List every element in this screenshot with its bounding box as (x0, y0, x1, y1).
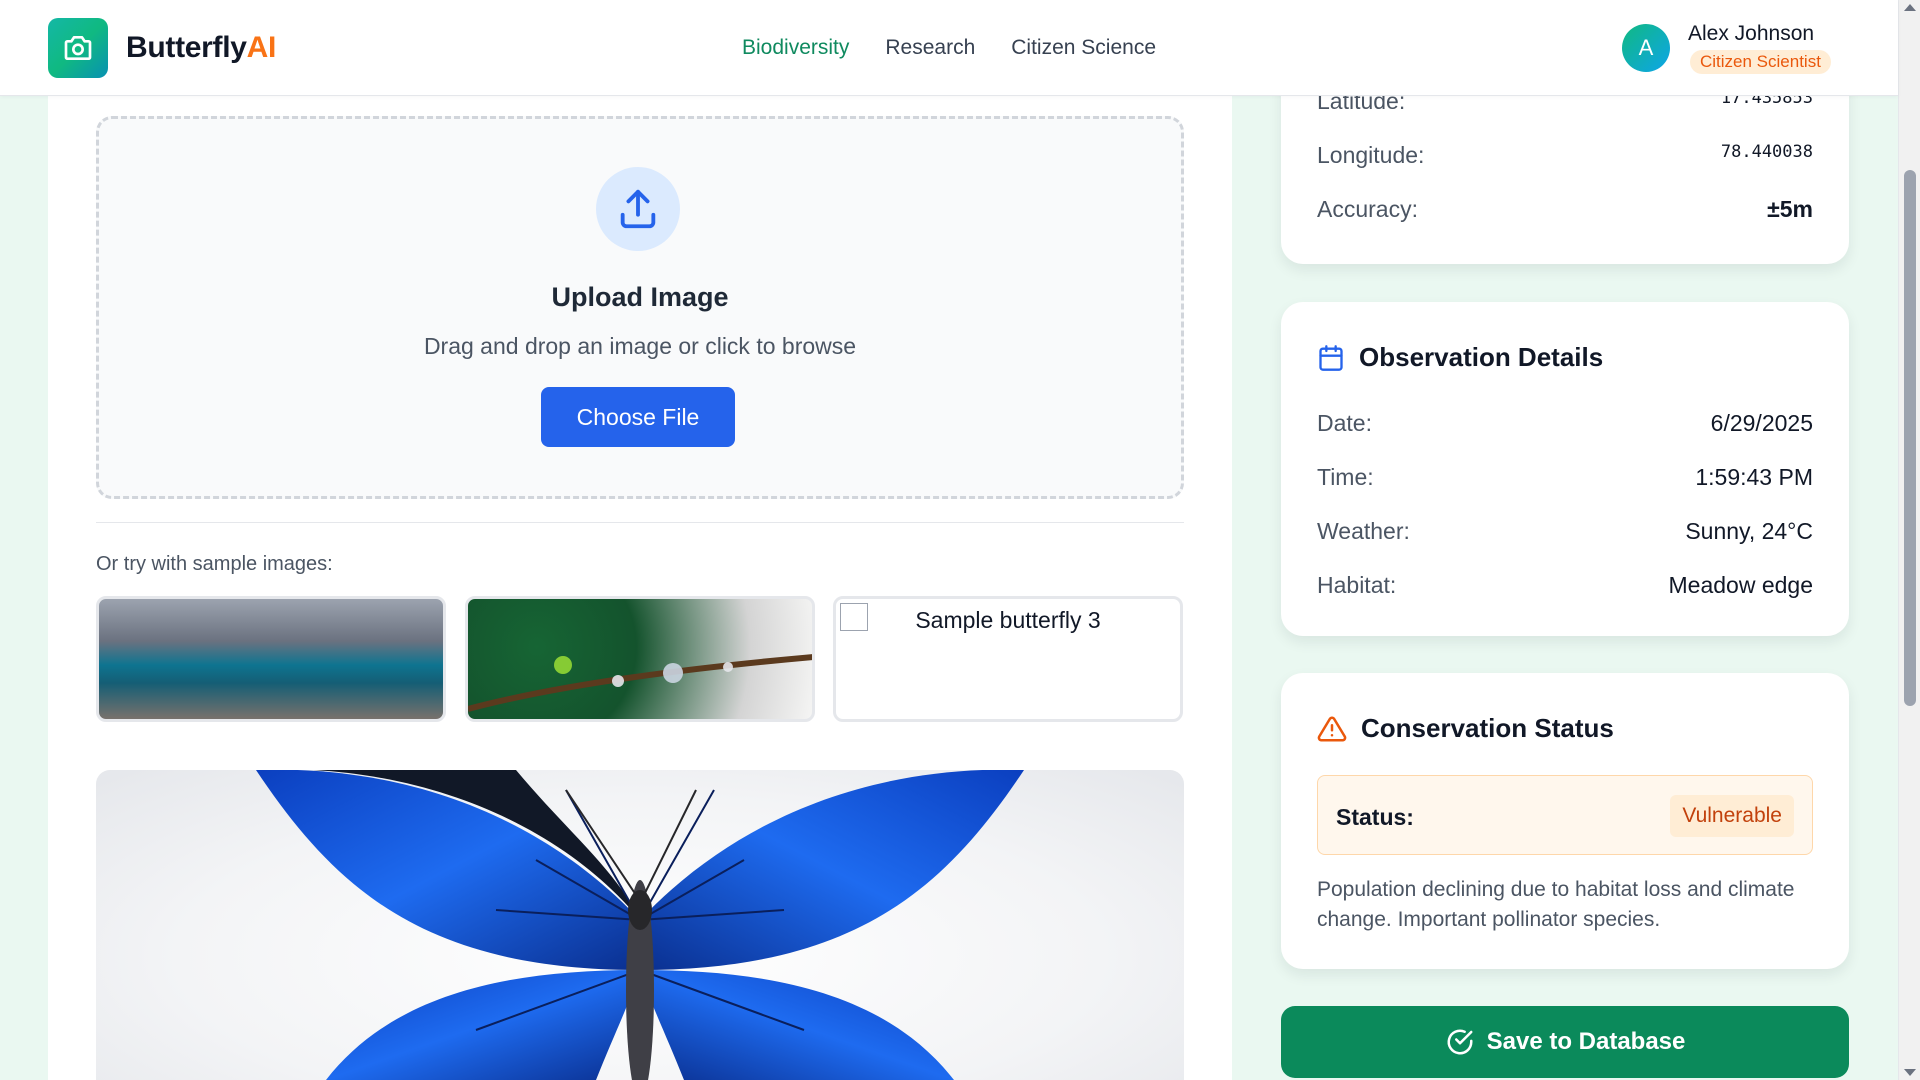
logo[interactable] (48, 18, 108, 78)
nav-research[interactable]: Research (885, 36, 975, 60)
brand-name[interactable]: ButterflyAI (126, 31, 276, 65)
scroll-down-arrow[interactable] (1904, 1069, 1916, 1076)
date-row: Date: 6/29/2025 (1317, 410, 1813, 437)
habitat-row: Habitat: Meadow edge (1317, 572, 1813, 599)
butterfly-illustration (246, 770, 1024, 1080)
habitat-value: Meadow edge (1668, 572, 1814, 598)
conservation-title: Conservation Status (1317, 713, 1614, 744)
status-badge: Vulnerable (1670, 795, 1794, 837)
sample-image-3-alt: Sample butterfly 3 (915, 607, 1101, 633)
main-nav: Biodiversity Research Citizen Science (742, 36, 1156, 60)
longitude-value: 78.440038 (1720, 142, 1813, 162)
conservation-description: Population declining due to habitat loss… (1317, 878, 1795, 931)
image-dropzone[interactable]: Upload Image Drag and drop an image or c… (96, 116, 1184, 499)
accuracy-label: Accuracy: (1317, 196, 1418, 222)
upload-subtitle: Drag and drop an image or click to brows… (423, 333, 857, 359)
time-label: Time: (1317, 464, 1374, 490)
status-label: Status: (1336, 804, 1414, 830)
date-value: 6/29/2025 (1710, 410, 1813, 436)
warning-icon (1317, 715, 1347, 741)
sample-images-label: Or try with sample images: (96, 553, 333, 575)
brand-accent: AI (246, 31, 277, 64)
time-row: Time: 1:59:43 PM (1317, 464, 1813, 491)
top-header: ButterflyAI Biodiversity Research Citize… (0, 0, 1898, 96)
sample-image-3[interactable]: Sample butterfly 3 (833, 596, 1183, 722)
page-scrollbar[interactable] (1898, 0, 1920, 1080)
brand-main: Butterfly (126, 31, 247, 64)
branch-droplets-illustration (468, 654, 812, 712)
status-box: Status: Vulnerable (1317, 775, 1813, 855)
upload-panel: Upload Image Drag and drop an image or c… (48, 96, 1232, 1080)
user-role-badge: Citizen Scientist (1690, 50, 1831, 74)
check-circle-icon (1447, 1029, 1473, 1055)
weather-label: Weather: (1317, 518, 1410, 544)
observation-title: Observation Details (1317, 342, 1603, 373)
upload-icon-wrapper (596, 167, 680, 251)
longitude-row: Longitude: 78.440038 (1317, 142, 1813, 169)
avatar[interactable]: A (1622, 24, 1670, 72)
save-button-label: Save to Database (1486, 1028, 1686, 1055)
save-to-database-button[interactable]: Save to Database (1281, 1006, 1849, 1078)
user-name: Alex Johnson (1688, 22, 1815, 45)
time-value: 1:59:43 PM (1695, 464, 1813, 490)
scrollbar-thumb[interactable] (1904, 170, 1916, 706)
conservation-status-card: Conservation Status Status: Vulnerable P… (1281, 673, 1849, 969)
accuracy-row: Accuracy: ±5m (1317, 196, 1813, 223)
weather-row: Weather: Sunny, 24°C (1317, 518, 1813, 545)
camera-icon (64, 36, 92, 60)
weather-value: Sunny, 24°C (1685, 518, 1813, 544)
observation-details-card: Observation Details Date: 6/29/2025 Time… (1281, 302, 1849, 636)
choose-file-button[interactable]: Choose File (541, 387, 735, 447)
conservation-title-text: Conservation Status (1361, 713, 1614, 743)
calendar-icon (1319, 344, 1343, 371)
uploaded-butterfly-image (96, 770, 1184, 1080)
upload-title: Upload Image (551, 282, 729, 312)
nav-biodiversity[interactable]: Biodiversity (742, 36, 849, 60)
scroll-up-arrow[interactable] (1904, 4, 1916, 11)
accuracy-value: ±5m (1767, 196, 1813, 222)
date-label: Date: (1317, 410, 1372, 436)
longitude-label: Longitude: (1317, 142, 1425, 168)
observation-title-text: Observation Details (1359, 342, 1604, 372)
nav-citizen-science[interactable]: Citizen Science (1011, 36, 1156, 60)
sample-image-2[interactable] (465, 596, 815, 722)
habitat-label: Habitat: (1317, 572, 1397, 598)
upload-icon (620, 189, 656, 229)
divider (96, 522, 1184, 523)
sample-image-1[interactable] (96, 596, 446, 722)
